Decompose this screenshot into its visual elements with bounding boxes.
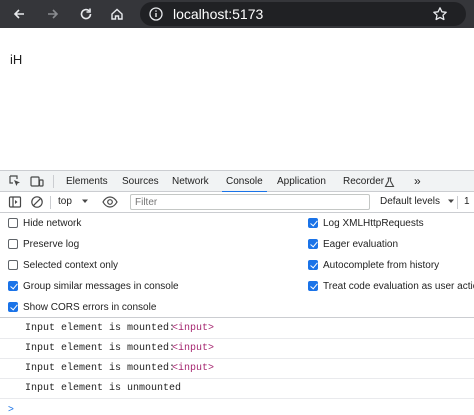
checkbox[interactable] [308,281,318,291]
tab-console[interactable]: Console [222,171,267,193]
address-bar[interactable]: localhost:5173 [140,2,466,26]
filter-input[interactable] [130,194,370,210]
setting-label: Show CORS errors in console [23,301,157,313]
checkbox[interactable] [8,281,18,291]
eye-icon[interactable] [102,195,118,209]
console-message: Input element is mounted: <input> [0,339,474,359]
site-info-icon[interactable] [148,6,164,22]
element-reference[interactable]: <input> [172,339,214,359]
more-tabs-button[interactable]: » [414,171,421,192]
setting-label: Selected context only [23,259,119,271]
checkbox[interactable] [308,218,318,228]
toolbar-divider [50,196,51,209]
setting-label: Log XMLHttpRequests [323,217,424,229]
console-toolbar: top Default levels 1 [0,192,474,213]
url-text[interactable]: localhost:5173 [173,6,263,22]
toolbar-divider [53,175,54,188]
setting-eager-evaluation[interactable]: Eager evaluation [308,237,398,251]
console-message: Input element is mounted: <input> [0,319,474,339]
sidebar-toggle-icon[interactable] [8,195,22,209]
setting-group-similar[interactable]: Group similar messages in console [8,279,179,293]
browser-toolbar: localhost:5173 [0,0,474,28]
tab-sources[interactable]: Sources [122,171,159,192]
bookmark-star-icon[interactable] [432,6,448,22]
element-reference[interactable]: <input> [172,359,214,379]
context-selector[interactable]: top [58,195,89,209]
console-message: Input element is unmounted [0,379,474,399]
setting-show-cors-errors[interactable]: Show CORS errors in console [8,300,156,314]
checkbox[interactable] [308,260,318,270]
message-text: Input element is unmounted [25,383,182,394]
device-toolbar-icon[interactable] [30,174,44,188]
back-arrow-icon[interactable] [10,5,28,23]
page-viewport: iH [0,28,474,170]
devtools-panel: Elements Sources Network Console Applica… [0,170,474,415]
console-message: Input element is mounted: <input> [0,359,474,379]
tab-elements[interactable]: Elements [66,171,108,192]
context-value: top [58,196,72,207]
clear-console-icon[interactable] [30,195,44,209]
console-settings: Hide network Preserve log Selected conte… [0,214,474,318]
tab-recorder[interactable]: Recorder [343,171,384,192]
setting-selected-context-only[interactable]: Selected context only [8,258,118,272]
element-reference[interactable]: <input> [172,319,214,339]
tab-network[interactable]: Network [172,171,209,192]
tab-application[interactable]: Application [277,171,326,192]
console-prompt[interactable]: > [8,404,14,415]
dropdown-caret-icon [81,199,88,204]
setting-label: Hide network [23,217,82,229]
recorder-flask-icon [384,175,395,188]
devtools-tab-bar: Elements Sources Network Console Applica… [0,171,474,193]
setting-label: Eager evaluation [323,238,399,250]
home-icon[interactable] [108,5,126,23]
setting-hide-network[interactable]: Hide network [8,216,81,230]
reload-icon[interactable] [77,5,95,23]
checkbox[interactable] [8,239,18,249]
message-text: Input element is mounted: [25,343,176,354]
setting-preserve-log[interactable]: Preserve log [8,237,79,251]
issues-counter[interactable]: 1 [464,195,470,209]
checkbox[interactable] [8,218,18,228]
page-text: iH [10,52,23,67]
setting-autocomplete-history[interactable]: Autocomplete from history [308,258,439,272]
inspect-element-icon[interactable] [8,174,22,188]
setting-label: Group similar messages in console [23,280,179,292]
setting-label: Preserve log [23,238,80,250]
message-text: Input element is mounted: [25,323,176,334]
setting-label: Autocomplete from history [323,259,440,271]
setting-log-xhr[interactable]: Log XMLHttpRequests [308,216,424,230]
checkbox[interactable] [308,239,318,249]
setting-label: Treat code evaluation as user action [323,280,474,292]
log-levels-dropdown[interactable]: Default levels [380,195,455,209]
toolbar-divider [457,196,458,209]
dropdown-caret-icon [447,199,454,204]
message-text: Input element is mounted: [25,363,176,374]
forward-arrow-icon[interactable] [44,5,62,23]
setting-treat-code-as-user-action[interactable]: Treat code evaluation as user action [308,279,474,293]
checkbox[interactable] [8,302,18,312]
console-output: Input element is mounted: <input> Input … [0,319,474,415]
checkbox[interactable] [8,260,18,270]
levels-label: Default levels [380,196,441,207]
